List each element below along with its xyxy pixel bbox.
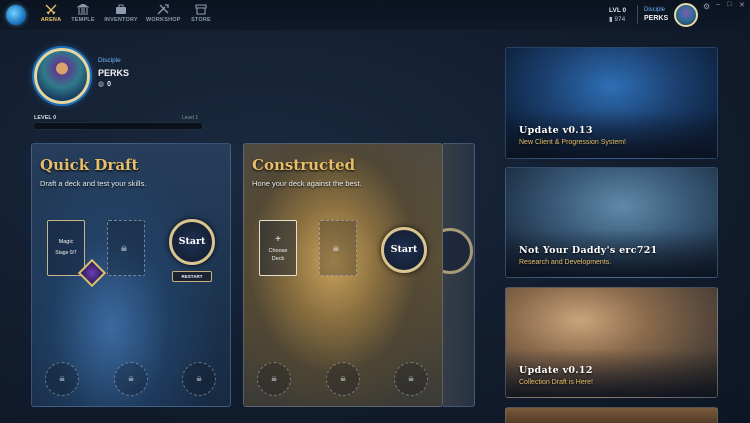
constructed-title: Constructed: [252, 156, 356, 174]
lock-icon: 🔒︎: [196, 373, 202, 384]
lock-icon: 🔒︎: [271, 373, 277, 384]
account-level-block: LVL 0 ▮ 974: [609, 6, 626, 24]
news-card[interactable]: Update v0.12 Collection Draft is Here!: [505, 287, 718, 398]
inventory-icon: [116, 4, 126, 14]
top-nav-bar: ARENA TEMPLE INVENTORY WORKSHOP STORE LV…: [0, 0, 750, 30]
reward-slot-locked: 🔒︎: [114, 362, 148, 396]
profile-name: PERKS: [98, 68, 130, 78]
constructed-start-button[interactable]: Start: [381, 227, 427, 273]
news-subtitle: Research and Developments.: [519, 259, 612, 266]
draft-slot-stage: Stage 0/7: [55, 250, 77, 256]
nav-workshop[interactable]: WORKSHOP: [146, 4, 180, 28]
quick-draft-subtitle: Draft a deck and test your skills.: [40, 179, 147, 188]
news-card[interactable]: Update v0.13 New Client & Progression Sy…: [505, 47, 718, 159]
profile-gold-value: 0: [107, 81, 112, 88]
news-title: Update v0.13: [519, 125, 593, 136]
minimize-icon[interactable]: –: [716, 1, 720, 8]
nav-arena-label: ARENA: [40, 17, 62, 23]
news-title: Not Your Daddy's erc721: [519, 245, 658, 256]
quick-draft-restart-button[interactable]: RESTART: [172, 271, 212, 282]
reward-slot-locked: 🔒︎: [326, 362, 360, 396]
nav-store-label: STORE: [191, 17, 211, 23]
level-label: LEVEL 0: [34, 115, 57, 121]
lock-icon: 🔒︎: [59, 373, 65, 384]
nav-temple-label: TEMPLE: [71, 17, 95, 23]
account-rank: Disciple: [644, 7, 666, 13]
maximize-icon[interactable]: □: [727, 1, 731, 8]
choose-deck-slot[interactable]: + Choose Deck: [259, 220, 297, 276]
news-title: Update v0.12: [519, 365, 593, 376]
news-card[interactable]: Not Your Daddy's erc721 Research and Dev…: [505, 167, 718, 278]
quick-draft-title: Quick Draft: [40, 156, 139, 174]
temple-icon: [77, 4, 89, 15]
tools-icon: [157, 4, 169, 15]
draft-deck-slot[interactable]: Magic Stage 0/7: [47, 220, 85, 276]
profile-gold: ◍ 0: [98, 80, 111, 88]
nav-store[interactable]: STORE: [188, 4, 214, 28]
profile-avatar[interactable]: [34, 48, 90, 104]
constructed-subtitle: Hone your deck against the best.: [252, 179, 362, 188]
nav-inventory[interactable]: INVENTORY: [104, 4, 138, 28]
choose-deck-label-2: Deck: [271, 256, 285, 262]
swords-icon: [45, 4, 57, 15]
game-logo-icon[interactable]: [6, 5, 26, 25]
store-icon: [195, 4, 207, 15]
xp-progress-bar: [33, 122, 203, 130]
account-level: LVL 0: [609, 7, 627, 14]
lock-icon: 🔒︎: [340, 373, 346, 384]
account-avatar[interactable]: [674, 3, 698, 27]
account-name: PERKS: [644, 15, 669, 22]
gear-icon[interactable]: ⚙: [703, 2, 710, 11]
choose-deck-label-1: Choose: [268, 248, 288, 254]
close-icon[interactable]: ✕: [739, 1, 745, 9]
next-level-label: Level 1: [182, 115, 199, 121]
news-card[interactable]: [505, 407, 718, 423]
account-coins: 974: [614, 16, 626, 23]
reward-slot-locked: 🔒︎: [182, 362, 216, 396]
draft-slot-type: Magic: [58, 239, 74, 245]
locked-deck-slot: 🔒︎: [319, 220, 357, 276]
reward-slot-locked: 🔒︎: [257, 362, 291, 396]
locked-deck-slot: 🔒︎: [107, 220, 145, 276]
nav-arena[interactable]: ARENA: [38, 4, 64, 28]
quick-draft-start-button[interactable]: Start: [169, 219, 215, 265]
lock-icon: 🔒︎: [128, 373, 134, 384]
nav-workshop-label: WORKSHOP: [146, 17, 181, 23]
profile-rank: Disciple: [98, 57, 121, 64]
news-subtitle: Collection Draft is Here!: [519, 379, 593, 386]
gold-icon: ◍: [98, 81, 105, 88]
lock-icon: 🔒︎: [121, 242, 127, 254]
lock-icon: 🔒︎: [333, 242, 339, 254]
plus-icon: +: [275, 234, 281, 245]
news-subtitle: New Client & Progression System!: [519, 139, 626, 146]
nav-inventory-label: INVENTORY: [104, 17, 138, 23]
divider: [637, 5, 638, 24]
reward-slot-locked: 🔒︎: [45, 362, 79, 396]
lock-icon: 🔒︎: [408, 373, 414, 384]
nav-temple[interactable]: TEMPLE: [70, 4, 96, 28]
next-mode-card-peek[interactable]: [427, 143, 475, 407]
reward-slot-locked: 🔒︎: [394, 362, 428, 396]
